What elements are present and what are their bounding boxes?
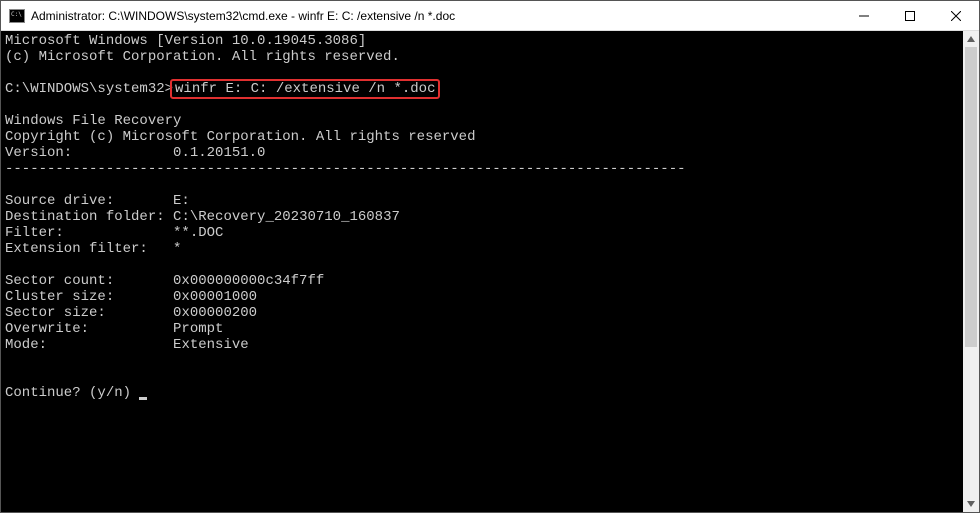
- window-title: Administrator: C:\WINDOWS\system32\cmd.e…: [31, 9, 841, 23]
- cmd-window: Administrator: C:\WINDOWS\system32\cmd.e…: [0, 0, 980, 513]
- blank-line: [5, 353, 959, 369]
- output-line: Destination folder: C:\Recovery_20230710…: [5, 209, 959, 225]
- label: Mode:: [5, 337, 47, 353]
- command-highlight: winfr E: C: /extensive /n *.doc: [170, 79, 440, 99]
- vertical-scrollbar[interactable]: [963, 31, 979, 512]
- value: 0x000000000c34f7ff: [173, 273, 324, 289]
- output-line: Copyright (c) Microsoft Corporation. All…: [5, 129, 959, 145]
- output-line: Version: 0.1.20151.0: [5, 145, 959, 161]
- label: Cluster size:: [5, 289, 114, 305]
- value: **.DOC: [173, 225, 223, 241]
- window-controls: [841, 1, 979, 30]
- output-line: Overwrite: Prompt: [5, 321, 959, 337]
- label: Sector size:: [5, 305, 106, 321]
- value: Prompt: [173, 321, 223, 337]
- label: Filter:: [5, 225, 64, 241]
- label: Version:: [5, 145, 72, 161]
- close-button[interactable]: [933, 1, 979, 30]
- value: *: [173, 241, 181, 257]
- output-line: Cluster size: 0x00001000: [5, 289, 959, 305]
- value: 0.1.20151.0: [173, 145, 265, 161]
- output-line: (c) Microsoft Corporation. All rights re…: [5, 49, 959, 65]
- scroll-up-button[interactable]: [963, 31, 979, 47]
- label: Extension filter:: [5, 241, 148, 257]
- label: Destination folder:: [5, 209, 165, 225]
- scroll-thumb[interactable]: [965, 47, 977, 347]
- output-line: Source drive: E:: [5, 193, 959, 209]
- continue-prompt: Continue? (y/n): [5, 385, 139, 401]
- value: Extensive: [173, 337, 249, 353]
- blank-line: [5, 177, 959, 193]
- cursor: [139, 397, 147, 400]
- blank-line: [5, 97, 959, 113]
- value: 0x00000200: [173, 305, 257, 321]
- label: Sector count:: [5, 273, 114, 289]
- minimize-button[interactable]: [841, 1, 887, 30]
- value: E:: [173, 193, 190, 209]
- label: Source drive:: [5, 193, 114, 209]
- output-line: Filter: **.DOC: [5, 225, 959, 241]
- value: C:\Recovery_20230710_160837: [173, 209, 400, 225]
- blank-line: [5, 65, 959, 81]
- output-line: Microsoft Windows [Version 10.0.19045.30…: [5, 33, 959, 49]
- output-line: Sector count: 0x000000000c34f7ff: [5, 273, 959, 289]
- titlebar[interactable]: Administrator: C:\WINDOWS\system32\cmd.e…: [1, 1, 979, 31]
- cmd-icon: [9, 9, 25, 23]
- label: Overwrite:: [5, 321, 89, 337]
- output-line: Windows File Recovery: [5, 113, 959, 129]
- separator-line: ----------------------------------------…: [5, 161, 959, 177]
- terminal-output[interactable]: Microsoft Windows [Version 10.0.19045.30…: [1, 31, 963, 512]
- blank-line: [5, 369, 959, 385]
- prompt-line: C:\WINDOWS\system32>winfr E: C: /extensi…: [5, 81, 959, 97]
- continue-prompt-line: Continue? (y/n): [5, 385, 959, 401]
- prompt-prefix: C:\WINDOWS\system32>: [5, 81, 173, 97]
- output-line: Sector size: 0x00000200: [5, 305, 959, 321]
- value: 0x00001000: [173, 289, 257, 305]
- terminal-area: Microsoft Windows [Version 10.0.19045.30…: [1, 31, 979, 512]
- output-line: Extension filter: *: [5, 241, 959, 257]
- scroll-down-button[interactable]: [963, 496, 979, 512]
- maximize-button[interactable]: [887, 1, 933, 30]
- blank-line: [5, 257, 959, 273]
- output-line: Mode: Extensive: [5, 337, 959, 353]
